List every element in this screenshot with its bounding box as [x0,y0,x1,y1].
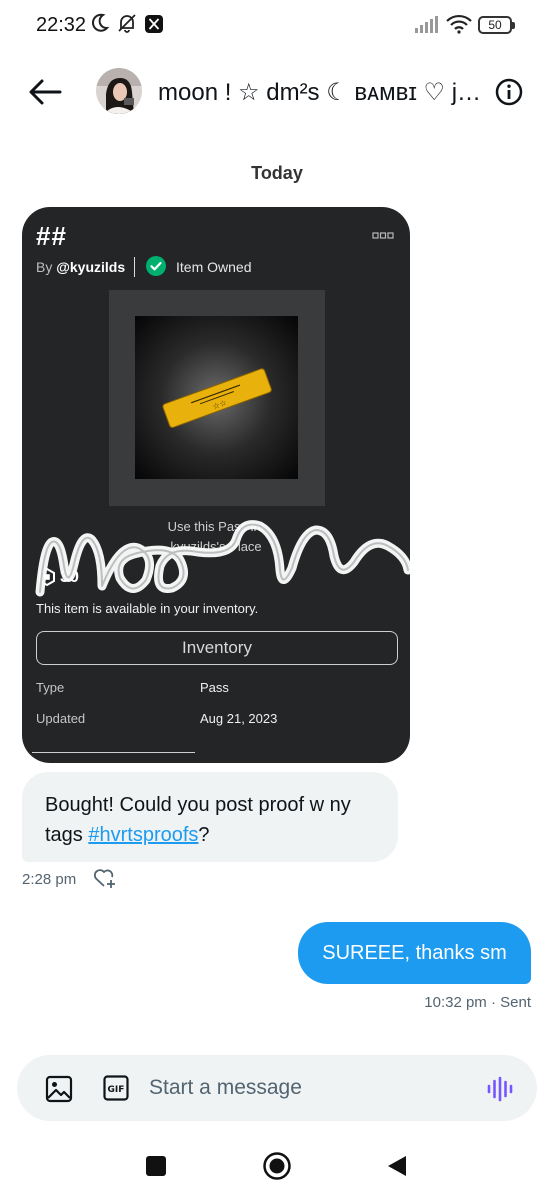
add-reaction-button[interactable] [92,866,118,890]
image-icon [45,1075,73,1103]
received-message-end: ? [198,824,210,846]
sent-message-meta: 10:32 pm · Sent [424,994,531,1011]
received-message-bubble[interactable]: Bought! Could you post proof w ny tags #… [22,772,398,862]
pass-card[interactable]: ## By @kyuzilds Item Owned ☆☆ Use this P… [22,207,410,763]
gif-button[interactable]: GIF [103,1075,129,1101]
message-input[interactable] [149,1073,469,1103]
pass-thumbnail: ☆☆ [135,316,298,479]
creator-link[interactable]: @kyuzilds [56,259,125,275]
arrow-left-icon [29,79,62,105]
received-message-time: 2:28 pm [22,871,77,888]
card-underline [32,752,195,753]
message-composer: GIF [17,1055,537,1121]
triangle-back-icon [388,1156,406,1176]
pass-ticket-icon: ☆☆ [162,368,272,428]
nav-back-button[interactable] [386,1154,408,1178]
conversation-title[interactable]: moon ! ☆ dm²s ☾ ʙᴀᴍʙɪ ♡ joi... [158,78,482,107]
detail-label-updated: Updated [36,711,86,726]
availability-text: This item is available in your inventory… [36,601,259,616]
voice-message-button[interactable] [486,1076,514,1102]
card-divider [134,257,135,277]
signal-icon [415,16,438,33]
by-prefix: By [36,259,53,275]
detail-value-type: Pass [200,680,229,695]
more-options-icon[interactable] [372,231,394,241]
conversation-header: moon ! ☆ dm²s ☾ ʙᴀᴍʙɪ ♡ joi... [0,60,554,124]
back-button[interactable] [26,74,64,110]
battery-icon: 50 [478,16,515,34]
voice-wave-icon [487,1076,513,1102]
detail-label-type: Type [36,680,65,695]
card-title: ## [36,221,67,251]
wifi-icon [446,14,472,34]
sent-message-bubble[interactable]: SUREEE, thanks sm [298,922,531,984]
info-button[interactable] [494,77,524,107]
bell-off-icon [118,14,136,33]
status-bar: 22:32 50 [0,0,554,50]
moon-scribble [35,520,413,597]
image-button[interactable] [45,1075,73,1103]
moon-icon [92,13,110,32]
status-time: 22:32 [36,14,87,36]
avatar[interactable] [96,68,142,114]
svg-text:GIF: GIF [108,1085,125,1095]
hashtag-link[interactable]: #hvrtsproofs [88,824,198,846]
check-circle-icon [146,256,166,276]
owned-label: Item Owned [176,259,252,275]
recent-apps-button[interactable] [146,1156,166,1176]
pass-thumbnail-frame: ☆☆ [109,290,325,506]
date-separator: Today [251,163,303,183]
home-button[interactable] [262,1151,292,1181]
inventory-button[interactable]: Inventory [36,631,398,665]
creator-line: By @kyuzilds [36,259,125,275]
detail-value-updated: Aug 21, 2023 [200,711,278,726]
x-app-icon [145,15,163,33]
